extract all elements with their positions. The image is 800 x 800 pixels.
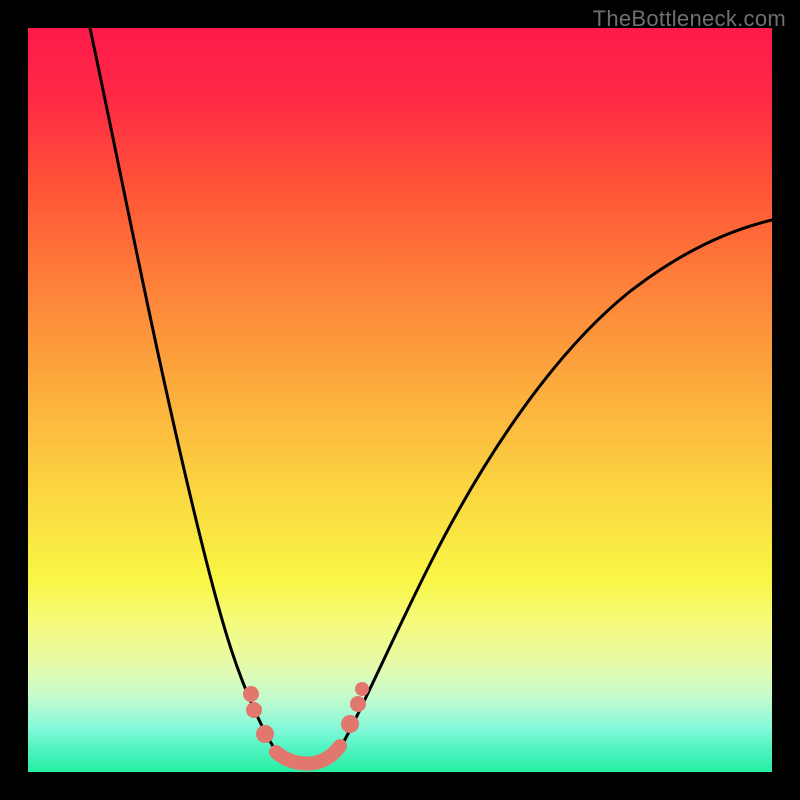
curve-left-branch: [90, 28, 288, 764]
marker-dot: [246, 702, 262, 718]
plot-area: [28, 28, 772, 772]
curve-right-branch: [338, 220, 772, 752]
chart-stage: TheBottleneck.com: [0, 0, 800, 800]
marker-valley-run: [276, 746, 340, 764]
marker-dot: [355, 682, 369, 696]
watermark-text: TheBottleneck.com: [593, 6, 786, 32]
marker-dot: [350, 696, 366, 712]
marker-dot: [243, 686, 259, 702]
marker-dot: [256, 725, 274, 743]
bottleneck-curve-svg: [28, 28, 772, 772]
marker-dot: [341, 715, 359, 733]
